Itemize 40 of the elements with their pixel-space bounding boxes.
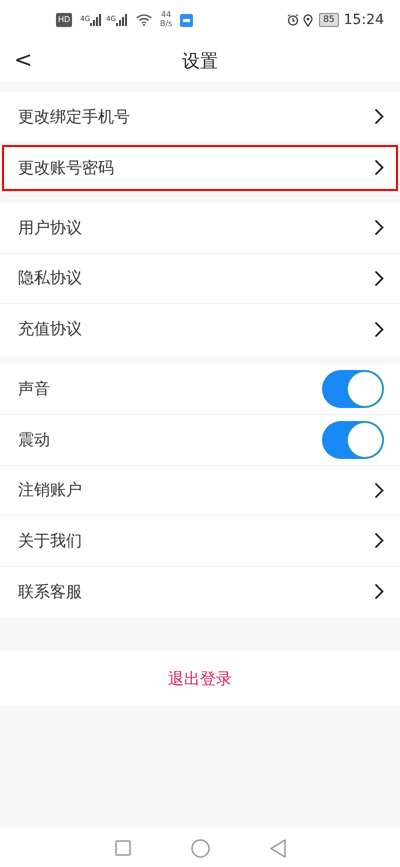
alarm-icon xyxy=(287,14,300,26)
hd-badge: HD xyxy=(56,13,72,27)
chevron-right-icon xyxy=(374,320,384,338)
row-label: 震动 xyxy=(18,428,50,451)
row-label: 注销账户 xyxy=(18,479,82,502)
battery-indicator: 85 xyxy=(319,13,339,27)
row-label: 充值协议 xyxy=(18,318,82,340)
row-label: 声音 xyxy=(18,378,50,400)
back-button[interactable]: < xyxy=(0,50,46,72)
location-icon xyxy=(303,14,314,26)
row-label: 更改账号密码 xyxy=(18,156,114,179)
speed-unit: B/s xyxy=(160,20,172,29)
settings-row[interactable]: 隐私协议 xyxy=(0,254,400,304)
toggle-switch[interactable] xyxy=(322,370,384,408)
page-title: 设置 xyxy=(182,50,218,74)
signal-icon xyxy=(116,14,128,26)
signal-icon xyxy=(90,14,102,26)
wifi-icon xyxy=(136,14,152,26)
toggle-switch[interactable] xyxy=(322,420,384,459)
speed-value: 44 xyxy=(160,11,172,20)
row-label: 用户协议 xyxy=(18,216,82,239)
chevron-right-icon xyxy=(374,108,384,126)
row-label: 关于我们 xyxy=(18,530,82,552)
chevron-right-icon xyxy=(374,532,384,550)
chevron-right-icon xyxy=(374,583,384,600)
clock-time: 15:24 xyxy=(344,10,384,30)
chevron-right-icon xyxy=(374,482,384,499)
home-icon[interactable] xyxy=(190,838,210,858)
row-label: 更改绑定手机号 xyxy=(18,106,130,128)
recent-apps-icon[interactable] xyxy=(114,840,130,856)
app-notification-icon xyxy=(180,14,194,26)
chevron-right-icon xyxy=(374,159,384,176)
back-icon[interactable] xyxy=(270,838,286,858)
row-label: 隐私协议 xyxy=(18,267,82,290)
row-label: 联系客服 xyxy=(18,580,82,603)
chevron-right-icon xyxy=(374,219,384,236)
logout-button[interactable]: 退出登录 xyxy=(0,651,400,706)
settings-row[interactable]: 注销账户 xyxy=(0,466,400,516)
chevron-right-icon xyxy=(374,270,384,287)
settings-row[interactable]: 更改账号密码 xyxy=(0,142,400,193)
